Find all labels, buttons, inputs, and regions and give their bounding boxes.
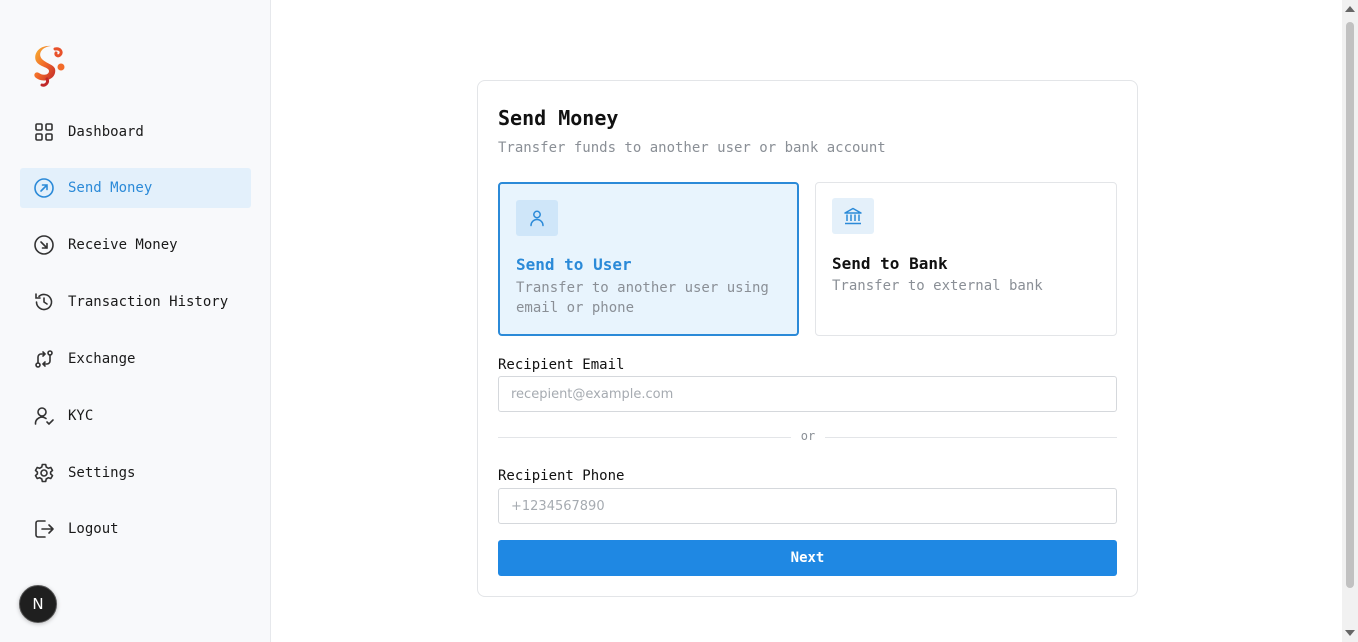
option-title: Send to Bank [832,254,948,273]
or-separator: or [791,429,825,443]
next-button[interactable]: Next [498,540,1117,576]
sidebar-item-logout[interactable]: Logout [20,509,251,549]
avatar-letter: N [32,595,44,613]
sidebar-item-label: Logout [68,521,119,537]
send-to-user-option[interactable]: Send to User Transfer to another user us… [498,182,799,336]
sidebar-item-send-money[interactable]: Send Money [20,168,251,208]
sidebar-item-label: Exchange [68,351,136,367]
recipient-email-input[interactable] [498,376,1117,412]
user-icon [516,200,558,236]
app-logo[interactable] [27,43,69,87]
send-money-card: Send Money Transfer funds to another use… [477,80,1138,597]
sidebar: Dashboard Send Money Receive Money Trans… [0,0,271,642]
logout-icon [33,518,55,540]
sidebar-item-settings[interactable]: Settings [20,453,251,493]
arrow-down-right-circle-icon [33,234,55,256]
option-description: Transfer to external bank [832,278,1043,294]
option-description: Transfer to another user using email or … [516,280,769,316]
history-icon [33,291,55,313]
sidebar-item-label: KYC [68,408,94,424]
sidebar-item-kyc[interactable]: KYC [20,396,251,436]
recipient-phone-label: Recipient Phone [498,468,625,484]
bank-icon [832,198,874,234]
arrow-up-right-circle-icon [33,177,55,199]
exchange-icon [33,348,55,370]
sidebar-item-dashboard[interactable]: Dashboard [20,112,251,152]
page-scrollbar[interactable] [1342,0,1358,642]
sidebar-item-transaction-history[interactable]: Transaction History [20,282,251,322]
page-title: Send Money [498,106,619,130]
sidebar-item-label: Send Money [68,180,153,196]
page-subtitle: Transfer funds to another user or bank a… [498,140,886,156]
sidebar-item-receive-money[interactable]: Receive Money [20,225,251,265]
sidebar-item-label: Transaction History [68,294,229,310]
scroll-down-arrow-icon[interactable] [1345,630,1355,636]
sidebar-item-exchange[interactable]: Exchange [20,339,251,379]
sidebar-item-label: Receive Money [68,237,178,253]
option-title: Send to User [516,255,632,274]
avatar[interactable]: N [19,585,57,623]
gear-icon [33,462,55,484]
send-to-bank-option[interactable]: Send to Bank Transfer to external bank [815,182,1117,336]
recipient-phone-input[interactable] [498,488,1117,524]
user-check-icon [33,405,55,427]
dashboard-grid-icon [33,121,55,143]
sidebar-item-label: Settings [68,465,136,481]
recipient-email-label: Recipient Email [498,357,625,373]
scroll-up-arrow-icon[interactable] [1345,6,1355,12]
scroll-thumb[interactable] [1346,22,1354,588]
sidebar-item-label: Dashboard [68,124,144,140]
